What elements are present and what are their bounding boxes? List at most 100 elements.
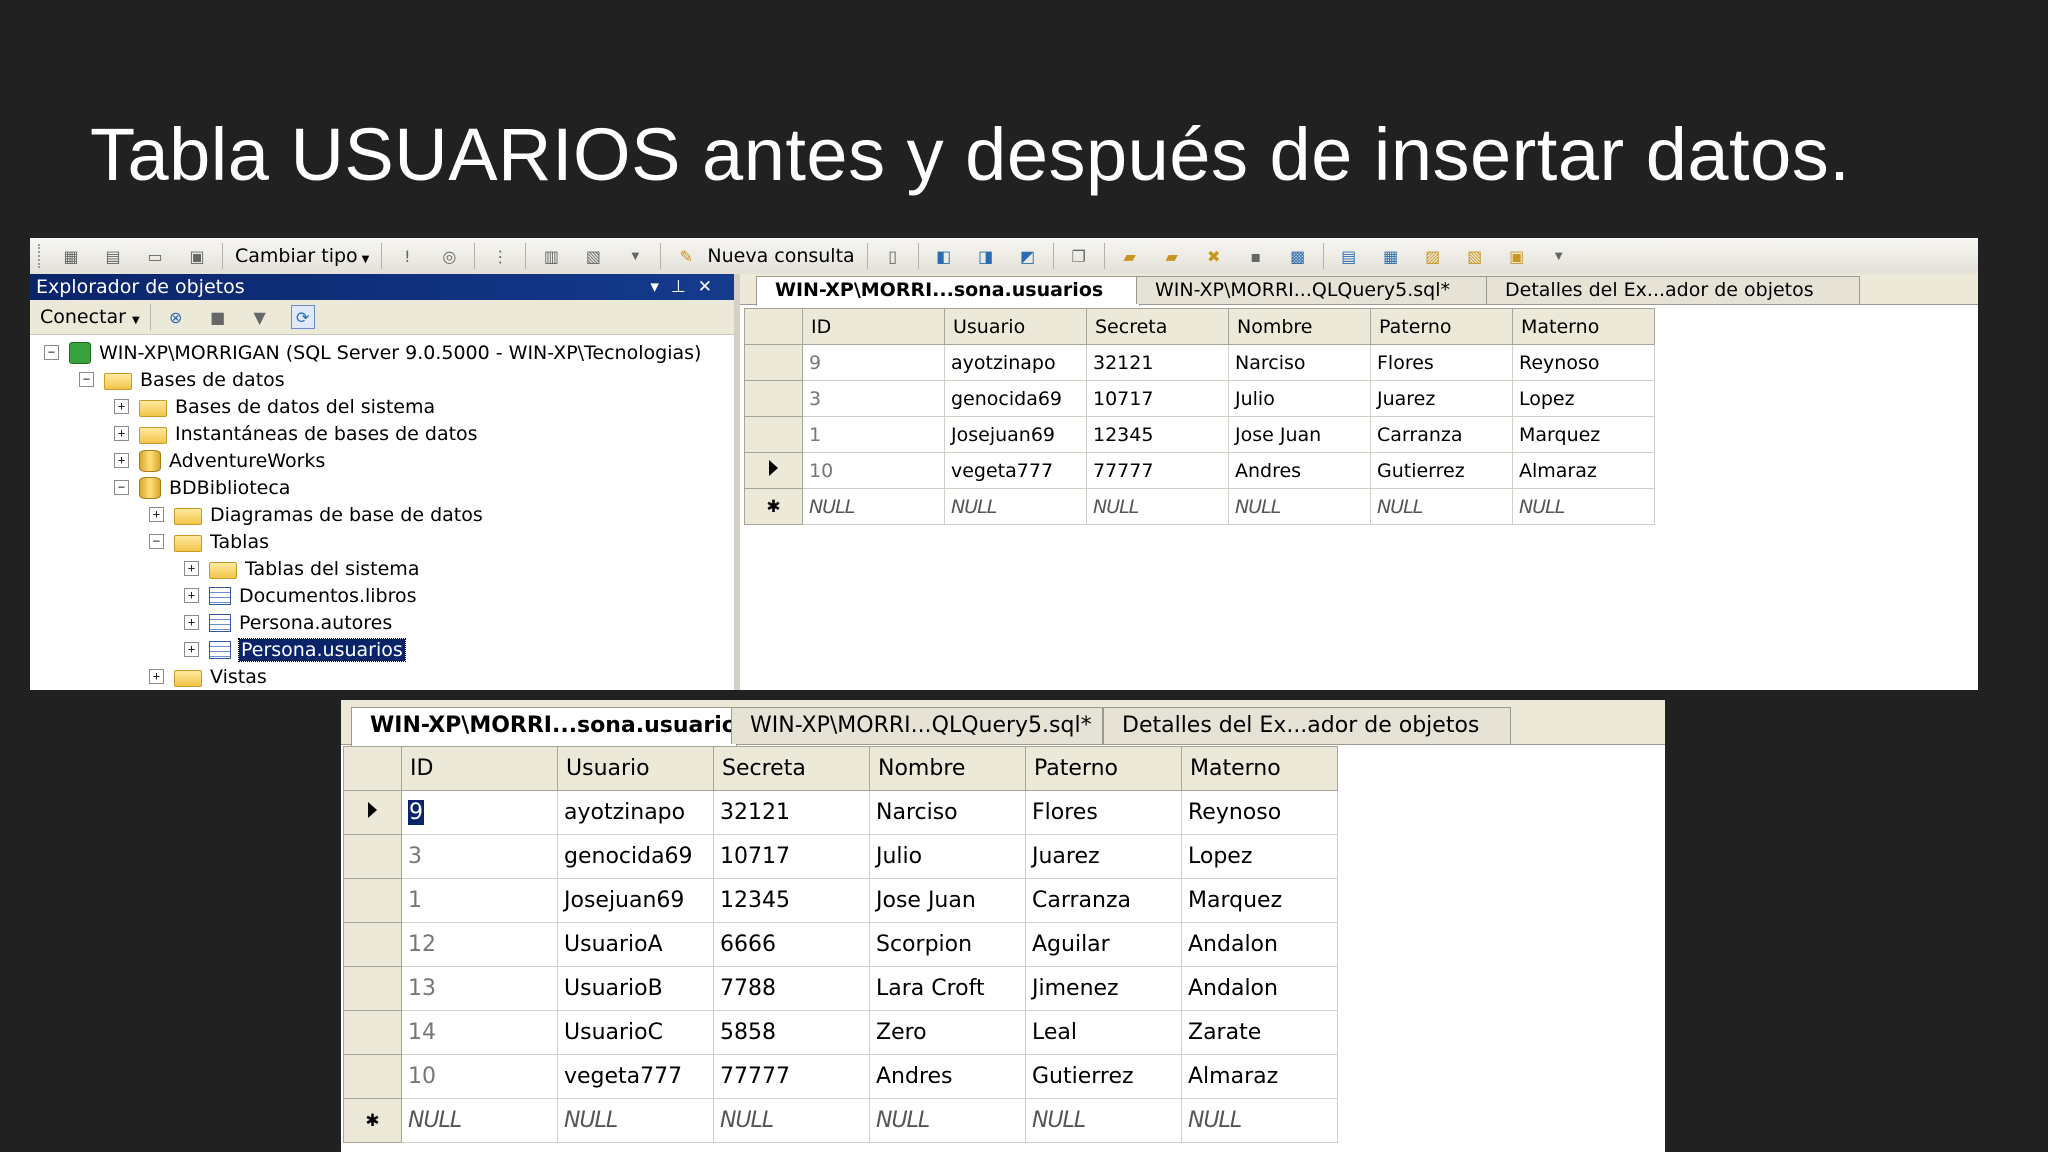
- grid-cell[interactable]: 9: [401, 790, 558, 835]
- tree-node[interactable]: + Persona.usuarios: [184, 636, 406, 663]
- grid-cell[interactable]: 10: [401, 1054, 558, 1099]
- grid-cell[interactable]: NULL: [557, 1098, 714, 1143]
- stop-icon[interactable]: ■: [207, 306, 229, 328]
- grid-cell[interactable]: NULL: [401, 1098, 558, 1143]
- registered-servers-icon[interactable]: ▤: [1338, 245, 1360, 267]
- grid-corner[interactable]: [744, 308, 803, 345]
- table-row[interactable]: 1 Josejuan69 12345 Jose Juan Carranza Marquez: [343, 878, 1338, 923]
- grid-cell[interactable]: Juarez: [1025, 834, 1182, 879]
- expand-icon[interactable]: +: [114, 399, 129, 414]
- tree-node[interactable]: + Diagramas de base de datos: [149, 501, 483, 528]
- grid-cell[interactable]: vegeta777: [557, 1054, 714, 1099]
- dropdown-icon[interactable]: ▾: [650, 277, 671, 297]
- disconnect-icon[interactable]: ⊗: [165, 306, 187, 328]
- row-header[interactable]: ✱: [343, 1098, 402, 1143]
- grid-cell[interactable]: 10717: [1086, 380, 1229, 417]
- collapse-icon[interactable]: −: [44, 345, 59, 360]
- column-header[interactable]: Secreta: [1086, 308, 1229, 345]
- diagram-pane-icon[interactable]: ▦: [60, 245, 82, 267]
- grid-cell[interactable]: Lara Croft: [869, 966, 1026, 1011]
- grid-cell[interactable]: Jimenez: [1025, 966, 1182, 1011]
- column-header[interactable]: Paterno: [1370, 308, 1513, 345]
- criteria-pane-icon[interactable]: ▤: [102, 245, 124, 267]
- grid-cell[interactable]: Gutierrez: [1370, 452, 1513, 489]
- tree-node[interactable]: + AdventureWorks: [114, 447, 325, 474]
- grid-cell[interactable]: vegeta777: [944, 452, 1087, 489]
- grid-cell[interactable]: 1: [401, 878, 558, 923]
- grid-cell[interactable]: Flores: [1025, 790, 1182, 835]
- results-pane-icon[interactable]: ▣: [186, 245, 208, 267]
- expand-icon[interactable]: +: [184, 615, 199, 630]
- tree-node[interactable]: + Instantáneas de bases de datos: [114, 420, 478, 447]
- expand-icon[interactable]: +: [149, 507, 164, 522]
- expand-icon[interactable]: +: [114, 453, 129, 468]
- grid-cell[interactable]: 3: [401, 834, 558, 879]
- grid-cell[interactable]: 12: [401, 922, 558, 967]
- grid-cell[interactable]: 10: [802, 452, 945, 489]
- expand-icon[interactable]: +: [184, 588, 199, 603]
- grid-cell[interactable]: 14: [401, 1010, 558, 1055]
- grid-cell[interactable]: UsuarioC: [557, 1010, 714, 1055]
- grid-cell[interactable]: genocida69: [557, 834, 714, 879]
- grid-cell[interactable]: ayotzinapo: [557, 790, 714, 835]
- grid-corner[interactable]: [343, 746, 402, 791]
- tree-node[interactable]: − Bases de datos: [79, 366, 285, 393]
- grid-cell[interactable]: Carranza: [1370, 416, 1513, 453]
- collapse-icon[interactable]: −: [149, 534, 164, 549]
- grid-cell[interactable]: Juarez: [1370, 380, 1513, 417]
- grid-cell[interactable]: Narciso: [869, 790, 1026, 835]
- grid-cell[interactable]: 77777: [713, 1054, 870, 1099]
- document-tab[interactable]: WIN-XP\MORRI...QLQuery5.sql*: [731, 707, 1103, 744]
- grid-cell[interactable]: Almaraz: [1512, 452, 1655, 489]
- grid-cell[interactable]: Jose Juan: [1228, 416, 1371, 453]
- grid-cell[interactable]: Narciso: [1228, 344, 1371, 381]
- grid-cell[interactable]: NULL: [713, 1098, 870, 1143]
- open-file-icon[interactable]: ▰: [1119, 245, 1141, 267]
- properties-icon[interactable]: ▣: [1506, 245, 1528, 267]
- table-row[interactable]: 10 vegeta777 77777 Andres Gutierrez Almaraz: [343, 1054, 1338, 1099]
- column-header[interactable]: Paterno: [1025, 746, 1182, 791]
- tree-node[interactable]: + Persona.autores: [184, 609, 392, 636]
- table-row[interactable]: 3 genocida69 10717 Julio Juarez Lopez: [343, 834, 1338, 879]
- execute-icon[interactable]: !: [396, 245, 418, 267]
- tree-node[interactable]: − WIN-XP\MORRIGAN (SQL Server 9.0.5000 - …: [44, 339, 701, 366]
- grid-cell[interactable]: 10717: [713, 834, 870, 879]
- grid-cell[interactable]: Jose Juan: [869, 878, 1026, 923]
- table-row[interactable]: 9 ayotzinapo 32121 Narciso Flores Reynoso: [343, 790, 1338, 835]
- grid-cell[interactable]: NULL: [1086, 488, 1229, 525]
- table-row[interactable]: 14 UsuarioC 5858 Zero Leal Zarate: [343, 1010, 1338, 1055]
- table-row[interactable]: 10 vegeta777 77777 Andres Gutierrez Almaraz: [744, 452, 1655, 489]
- collapse-icon[interactable]: −: [79, 372, 94, 387]
- verify-sql-icon[interactable]: ◎: [438, 245, 460, 267]
- toolbar-grip[interactable]: [38, 244, 44, 268]
- grid-cell[interactable]: Josejuan69: [557, 878, 714, 923]
- toolbar-overflow-icon[interactable]: ▼: [624, 245, 646, 267]
- grid-cell[interactable]: Leal: [1025, 1010, 1182, 1055]
- save-all-icon[interactable]: ▩: [1287, 245, 1309, 267]
- table-row[interactable]: 9 ayotzinapo 32121 Narciso Flores Reynoso: [744, 344, 1655, 381]
- grid-cell[interactable]: Marquez: [1181, 878, 1338, 923]
- expand-icon[interactable]: +: [114, 426, 129, 441]
- dmx-query-icon[interactable]: ◨: [975, 245, 997, 267]
- new-file-icon[interactable]: ▯: [882, 245, 904, 267]
- toolbar-overflow-2-icon[interactable]: ▼: [1548, 245, 1570, 267]
- grid-cell[interactable]: NULL: [1228, 488, 1371, 525]
- filter-icon[interactable]: ▼: [249, 306, 271, 328]
- close-icon[interactable]: ✕: [698, 277, 724, 297]
- row-header[interactable]: [744, 344, 803, 381]
- copy-query-icon[interactable]: ❐: [1068, 245, 1090, 267]
- expand-icon[interactable]: +: [184, 561, 199, 576]
- row-header[interactable]: [343, 966, 402, 1011]
- grid-cell[interactable]: 1: [802, 416, 945, 453]
- document-tab[interactable]: Detalles del Ex...ador de objetos: [1103, 707, 1511, 744]
- object-explorer-icon[interactable]: ▦: [1380, 245, 1402, 267]
- grid-cell[interactable]: 32121: [713, 790, 870, 835]
- tree-node[interactable]: + Documentos.libros: [184, 582, 417, 609]
- grid-cell[interactable]: Zarate: [1181, 1010, 1338, 1055]
- row-header[interactable]: [343, 1010, 402, 1055]
- group-by-icon[interactable]: ⋮: [489, 245, 511, 267]
- grid-cell[interactable]: 9: [802, 344, 945, 381]
- grid-cell[interactable]: Josejuan69: [944, 416, 1087, 453]
- grid-cell[interactable]: UsuarioA: [557, 922, 714, 967]
- row-header[interactable]: ✱: [744, 488, 803, 525]
